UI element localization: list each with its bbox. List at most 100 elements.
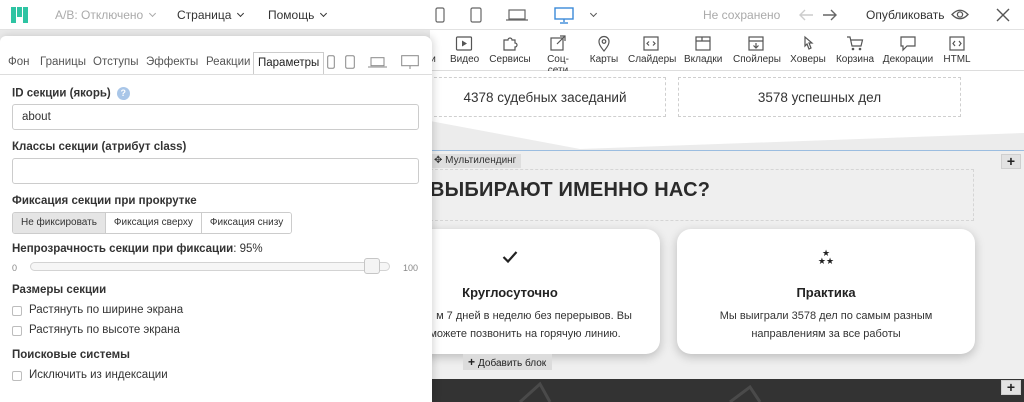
page-menu[interactable]: Страница [177, 8, 245, 22]
exclude-index-label[interactable]: Исключить из индексации [29, 369, 168, 381]
classes-label: Классы секции (атрибут class) [12, 141, 187, 153]
anchor-label-text: ID секции (якорь) [12, 87, 111, 100]
opacity-label-text: Непрозрачность секции при фиксации [12, 243, 234, 255]
stat-successful-cases[interactable]: 3578 успешных дел [678, 77, 961, 117]
cart-icon [847, 36, 864, 51]
page-menu-label: Страница [177, 8, 232, 22]
dark-pattern-decoration [518, 381, 762, 402]
tab-parameters[interactable]: Параметры [253, 52, 325, 75]
opacity-slider-thumb[interactable] [364, 258, 380, 274]
check-icon [502, 251, 518, 264]
stretch-height-checkbox[interactable] [12, 326, 22, 336]
wave-decoration [430, 121, 1024, 150]
add-section-button[interactable]: + [1001, 154, 1021, 169]
code-icon [949, 36, 965, 51]
card-text-line: Мы выиграли 3578 дел по самым разным [719, 310, 933, 322]
widget-label: Сервисы [489, 54, 531, 65]
section-settings-panel: Фон Границы Отступы Эффекты Реакции Пара… [0, 36, 432, 402]
dark-section[interactable] [430, 379, 1024, 402]
ab-test-label: A/B: Отключено [55, 8, 144, 22]
fix-option-none[interactable]: Не фиксировать [13, 213, 106, 233]
section-tag[interactable]: ✥ Мультилендинг [430, 154, 522, 168]
card-text-line: можете позвонить на горячую линию. [429, 328, 621, 340]
fix-option-bottom[interactable]: Фиксация снизу [201, 213, 292, 233]
move-icon: ✥ [434, 155, 443, 166]
desktop-icon[interactable] [554, 7, 574, 24]
widget-sliders[interactable]: Слайдеры [628, 35, 676, 65]
add-block-label: Добавить блок [478, 358, 547, 369]
puzzle-icon [503, 37, 518, 51]
widgets-toolbar: и Видео Сервисы Соц-сети Карты Слайдеры … [430, 30, 1024, 76]
tablet-portrait-icon[interactable] [345, 55, 355, 69]
chevron-down-icon [320, 9, 328, 18]
widget-video[interactable]: Видео [450, 35, 479, 65]
help-menu[interactable]: Помощь [268, 8, 328, 22]
widget-label: Карты [589, 54, 619, 65]
stats-section[interactable]: 4378 судебных заседаний 3578 успешных де… [430, 71, 1024, 151]
tabs-divider [0, 74, 432, 75]
seo-label: Поисковые системы [12, 349, 130, 361]
card-title: Практика [796, 285, 856, 300]
widget-hovers[interactable]: Ховеры [790, 35, 826, 65]
phone-portrait-icon[interactable] [327, 55, 335, 69]
fix-label: Фиксация секции при прокрутке [12, 195, 197, 207]
classes-input[interactable] [12, 158, 419, 184]
slider-min-label: 0 [12, 263, 18, 273]
speech-icon [900, 36, 916, 52]
stretch-height-label[interactable]: Растянуть по высоте экрана [29, 324, 180, 336]
widget-social[interactable]: Соц-сети [538, 35, 578, 76]
widget-label: Вкладки [684, 54, 723, 65]
spoiler-icon [748, 36, 764, 51]
add-block-button[interactable]: + Добавить блок [463, 354, 553, 370]
laptop-icon[interactable] [506, 9, 528, 21]
tab-reactions[interactable]: Реакции [206, 56, 250, 68]
add-section-button[interactable]: + [1001, 380, 1021, 395]
redo-arrow-icon[interactable] [822, 8, 838, 22]
widget-maps[interactable]: Карты [589, 35, 619, 65]
ab-test-dropdown[interactable]: A/B: Отключено [55, 8, 157, 22]
exclude-index-checkbox[interactable] [12, 371, 22, 381]
preview-eye-icon[interactable] [951, 8, 969, 21]
tab-effects[interactable]: Эффекты [146, 56, 198, 68]
stretch-width-label[interactable]: Растянуть по ширине экрана [29, 304, 183, 316]
fix-option-top[interactable]: Фиксация сверху [105, 213, 202, 233]
opacity-slider-track[interactable] [30, 262, 390, 271]
section-tag-label: Мультилендинг [445, 155, 517, 166]
opacity-label: Непрозрачность секции при фиксации: 95% [12, 243, 263, 255]
stretch-width-checkbox[interactable] [12, 306, 22, 316]
stat-court-sessions[interactable]: 4378 судебных заседаний [430, 77, 666, 117]
logo-icon[interactable] [11, 7, 31, 23]
widget-cart[interactable]: Корзина [835, 35, 875, 65]
anchor-label: ID секции (якорь)? [12, 87, 130, 100]
close-icon[interactable] [996, 8, 1010, 22]
widget-tabs[interactable]: Вкладки [684, 35, 722, 65]
widget-spoilers[interactable]: Спойлеры [733, 35, 781, 65]
tab-margins[interactable]: Отступы [93, 56, 138, 68]
widget-services[interactable]: Сервисы [488, 35, 532, 65]
widget-decorations[interactable]: Декорации [882, 35, 934, 65]
widget-label: HTML [943, 54, 971, 65]
settings-tabs: Фон Границы Отступы Эффекты Реакции Пара… [0, 36, 432, 75]
section-heading: ВЫБИРАЮТ ИМЕННО НАС? [430, 179, 711, 201]
fix-segmented-control: Не фиксировать Фиксация сверху Фиксация … [12, 212, 293, 234]
publish-button[interactable]: Опубликовать [866, 8, 944, 22]
phone-portrait-icon[interactable] [435, 7, 445, 23]
help-icon[interactable]: ? [116, 87, 130, 100]
tab-borders[interactable]: Границы [40, 56, 86, 68]
widget-html[interactable]: HTML [942, 35, 972, 65]
device-chevron[interactable] [589, 8, 598, 22]
sizes-label: Размеры секции [12, 284, 107, 296]
cursor-icon [804, 35, 814, 50]
video-icon [455, 36, 473, 51]
tab-background[interactable]: Фон [8, 56, 30, 68]
plus-icon: + [468, 355, 476, 369]
undo-arrow-icon[interactable] [798, 8, 814, 22]
slider-max-label: 100 [403, 263, 419, 273]
widget-label: Корзина [835, 54, 875, 65]
share-icon [550, 35, 566, 51]
stars-icon: ★ ★★ [817, 248, 835, 266]
anchor-id-input[interactable] [12, 104, 419, 130]
tablet-portrait-icon[interactable] [470, 7, 482, 23]
laptop-icon[interactable] [368, 57, 387, 68]
desktop-icon[interactable] [401, 55, 419, 70]
